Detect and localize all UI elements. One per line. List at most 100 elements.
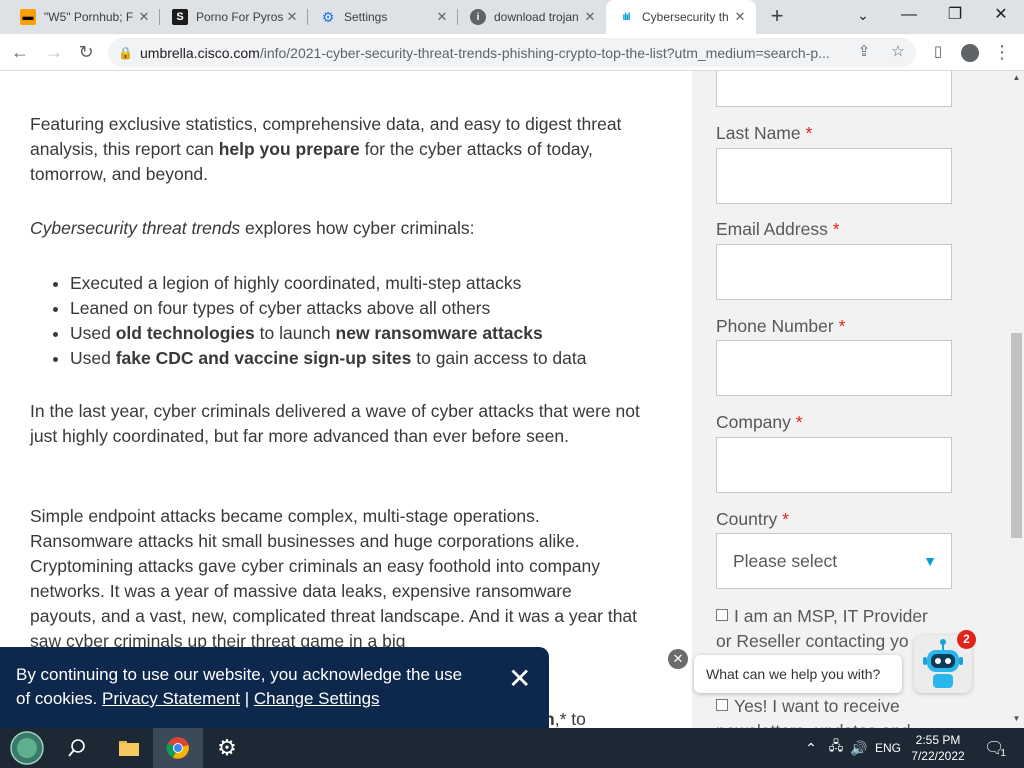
- company-label: Company *: [716, 412, 803, 433]
- tab-close-icon[interactable]: ✕: [136, 9, 152, 25]
- gear-icon: ⚙: [217, 735, 237, 760]
- web-page: Featuring exclusive statistics, comprehe…: [0, 71, 1024, 728]
- company-field[interactable]: [716, 437, 952, 493]
- search-taskbar-button[interactable]: [52, 728, 102, 768]
- chat-close-icon[interactable]: ✕: [668, 649, 688, 669]
- email-field[interactable]: [716, 244, 952, 300]
- country-select-value: Please select: [733, 550, 838, 571]
- cookie-banner: By continuing to use our website, you ac…: [0, 647, 549, 728]
- explores-paragraph: Cybersecurity threat trends explores how…: [30, 216, 642, 241]
- bullet-text: Executed a legion of highly coordinated,…: [70, 273, 522, 293]
- tab-close-icon[interactable]: ✕: [284, 9, 300, 25]
- required-mark: *: [838, 316, 846, 336]
- chrome-menu-icon[interactable]: ⋮: [988, 38, 1016, 66]
- new-tab-button[interactable]: +: [764, 4, 790, 30]
- tab-close-icon[interactable]: ✕: [732, 9, 748, 25]
- explores-text: explores how cyber criminals:: [240, 218, 475, 238]
- change-settings-link[interactable]: Change Settings: [254, 689, 380, 708]
- chrome-icon: [166, 737, 189, 759]
- phone-field[interactable]: [716, 340, 952, 396]
- windows-taskbar: ⚙ ⌃ 🖧 🔊 ENG 2:55 PM 7/22/2022 🗨 1: [0, 728, 1024, 768]
- bullet-bold: new ransomware attacks: [335, 323, 543, 343]
- scroll-up-arrow-icon[interactable]: ▲: [1009, 71, 1024, 85]
- start-button[interactable]: [2, 728, 52, 768]
- tab-close-icon[interactable]: ✕: [434, 9, 450, 25]
- newsletter-checkbox-label: Yes! I want to receive newsletters, upda…: [716, 696, 911, 728]
- newsletter-checkbox-row[interactable]: Yes! I want to receive newsletters, upda…: [716, 694, 946, 728]
- required-mark: *: [782, 509, 789, 529]
- url-text[interactable]: umbrella.cisco.com/info/2021-cyber-secur…: [140, 45, 840, 61]
- label-text: Last Name: [716, 123, 801, 143]
- clock[interactable]: 2:55 PM 7/22/2022: [906, 728, 970, 768]
- clock-time: 2:55 PM: [915, 733, 961, 747]
- msp-checkbox[interactable]: [716, 609, 728, 621]
- network-icon[interactable]: 🖧: [824, 728, 848, 768]
- back-icon[interactable]: ←: [6, 38, 34, 66]
- close-window-button[interactable]: ✕: [978, 0, 1024, 34]
- last-name-field[interactable]: [716, 148, 952, 204]
- url-path: /info/2021-cyber-security-threat-trends-…: [259, 44, 830, 61]
- newsletter-checkbox[interactable]: [716, 699, 728, 711]
- tab-close-icon[interactable]: ✕: [582, 9, 598, 25]
- browser-toolbar: ← → ↻ 🔒 umbrella.cisco.com/info/2021-cyb…: [0, 34, 1024, 71]
- tab-pornhub[interactable]: ▬ "W5" Pornhub; F ✕: [8, 0, 160, 34]
- clock-date: 7/22/2022: [911, 749, 965, 763]
- scrollbar-thumb[interactable]: [1011, 333, 1022, 538]
- report-title-italic: Cybersecurity threat trends: [30, 218, 241, 238]
- bookmark-star-icon[interactable]: ☆: [886, 40, 910, 64]
- tab-title: Settings: [344, 10, 388, 24]
- privacy-statement-link[interactable]: Privacy Statement: [102, 689, 240, 708]
- tab-strip: ▬ "W5" Pornhub; F ✕ S Porno For Pyros ✕ …: [0, 0, 1024, 34]
- msp-checkbox-label: I am an MSP, IT Provider or Reseller con…: [716, 606, 928, 651]
- forward-icon[interactable]: →: [40, 38, 68, 66]
- restore-button[interactable]: ❐: [932, 0, 978, 34]
- share-icon[interactable]: ⇪: [852, 40, 876, 64]
- reload-icon[interactable]: ↻: [72, 38, 100, 66]
- chat-notification-badge: 2: [957, 630, 976, 649]
- country-select[interactable]: Please select ▼: [716, 533, 952, 589]
- scroll-down-arrow-icon[interactable]: ▼: [1009, 712, 1024, 726]
- endpoint-paragraph: Simple endpoint attacks became complex, …: [30, 506, 638, 651]
- tab-title: download trojan: [494, 10, 579, 24]
- link-separator: |: [244, 689, 250, 708]
- partial-tail: ,* to: [554, 709, 586, 728]
- required-mark: *: [795, 412, 803, 432]
- first-name-field[interactable]: [716, 71, 952, 107]
- language-indicator[interactable]: ENG: [872, 728, 904, 768]
- tab-search-button[interactable]: ⌄: [840, 0, 886, 34]
- list-item: Used old technologies to launch new rans…: [70, 321, 642, 346]
- last-name-label: Last Name *: [716, 123, 812, 144]
- chrome-taskbar-button[interactable]: [153, 728, 203, 768]
- settings-taskbar-button[interactable]: ⚙: [202, 728, 252, 768]
- address-bar[interactable]: 🔒 umbrella.cisco.com/info/2021-cyber-sec…: [108, 38, 916, 67]
- info-icon: i: [470, 9, 486, 25]
- tray-overflow-icon[interactable]: ⌃: [800, 728, 822, 768]
- bullet-text: Used: [70, 348, 116, 368]
- cookie-close-icon[interactable]: ✕: [508, 665, 531, 693]
- tab-settings[interactable]: ⚙ Settings ✕: [308, 0, 458, 34]
- file-explorer-button[interactable]: [104, 728, 154, 768]
- msp-checkbox-row[interactable]: I am an MSP, IT Provider or Reseller con…: [716, 604, 946, 654]
- notification-center-button[interactable]: 🗨 1: [980, 728, 1010, 768]
- minimize-button[interactable]: —: [886, 0, 932, 34]
- label-text: Email Address: [716, 219, 828, 239]
- contact-form-sidebar: Last Name * Email Address * Phone Number…: [692, 71, 1009, 728]
- chat-prompt-bubble[interactable]: What can we help you with?: [694, 655, 902, 693]
- cisco-icon: ılıl: [622, 11, 630, 23]
- intro-bold: help you prepare: [218, 139, 360, 159]
- tab-download-trojan[interactable]: i download trojan ✕: [458, 0, 606, 34]
- bullet-bold: old technologies: [115, 323, 255, 343]
- label-text: Country: [716, 509, 778, 529]
- list-item: Used fake CDC and vaccine sign-up sites …: [70, 346, 642, 371]
- volume-icon[interactable]: 🔊: [848, 728, 870, 768]
- tab-porno-for-pyros[interactable]: S Porno For Pyros ✕: [160, 0, 308, 34]
- side-panel-icon[interactable]: ▯: [924, 38, 952, 66]
- label-text: Phone Number: [716, 316, 834, 336]
- tab-cybersecurity[interactable]: ılıl Cybersecurity th ✕: [606, 0, 756, 34]
- list-item: Leaned on four types of cyber attacks ab…: [70, 296, 642, 321]
- tab-title: "W5" Pornhub; F: [44, 10, 134, 24]
- last-year-paragraph: In the last year, cyber criminals delive…: [30, 401, 640, 446]
- lock-icon[interactable]: 🔒: [118, 46, 133, 60]
- profile-avatar-icon[interactable]: [956, 38, 984, 66]
- bullet-text: Used: [70, 323, 116, 343]
